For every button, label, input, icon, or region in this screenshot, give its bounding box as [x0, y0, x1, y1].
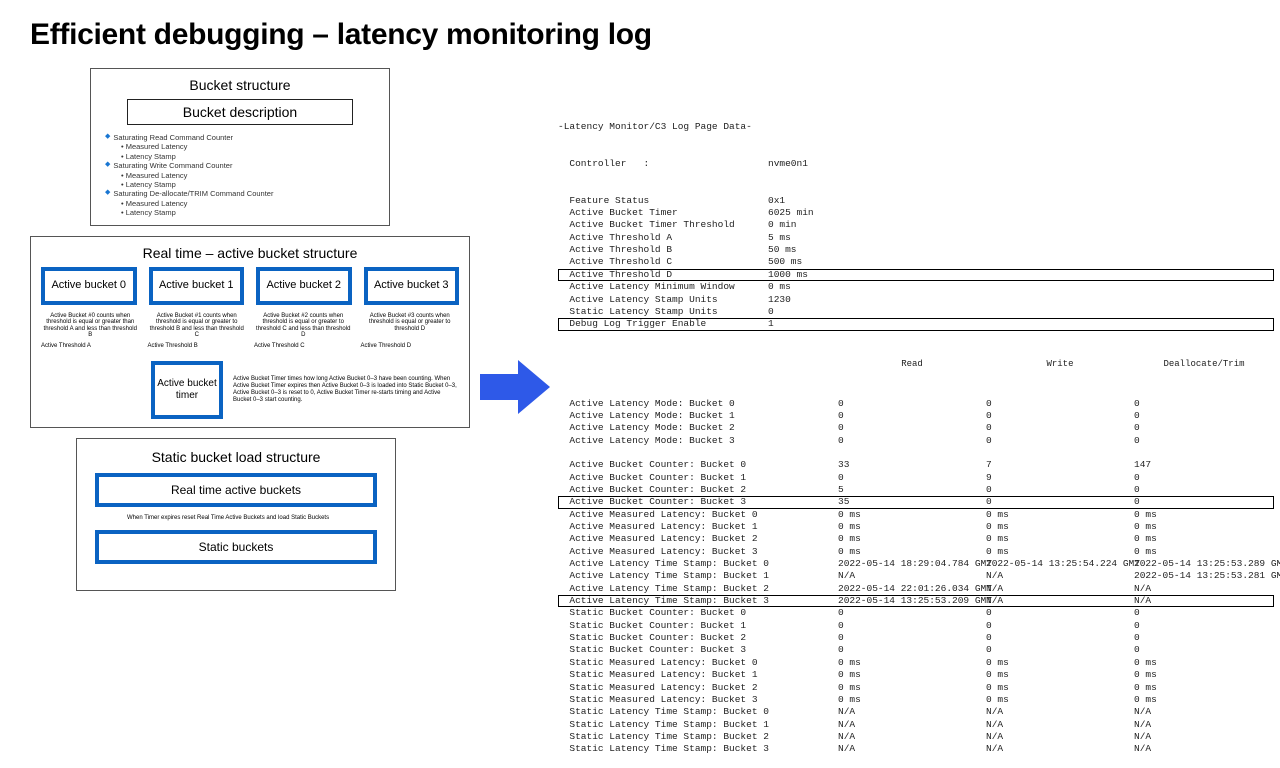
panel3-desc: When Timer expires reset Real Time Activ…: [127, 515, 383, 522]
log-data-row: Active Bucket Counter: Bucket 1090: [558, 472, 1274, 484]
log-data-row: Static Measured Latency: Bucket 20 ms0 m…: [558, 682, 1274, 694]
static-buckets-box: Static buckets: [95, 530, 377, 564]
desc-item: ◆Saturating Write Command Counter: [105, 161, 375, 170]
active-bucket-0: Active bucket 0: [41, 267, 137, 304]
log-kv-row: Active Threshold B50 ms: [558, 244, 1274, 256]
desc-item: ◆Saturating Read Command Counter: [105, 133, 375, 142]
log-data-row: Active Bucket Counter: Bucket 2500: [558, 484, 1274, 496]
threshold-label-1: Active Threshold B: [148, 343, 247, 349]
log-kv-row: Debug Log Trigger Enable1: [558, 318, 1274, 330]
static-bucket-panel: Static bucket load structure Real time a…: [76, 438, 396, 591]
log-data-row: Static Latency Time Stamp: Bucket 0N/AN/…: [558, 706, 1274, 718]
desc-sub: • Latency Stamp: [121, 180, 375, 189]
log-data-row: Static Measured Latency: Bucket 30 ms0 m…: [558, 694, 1274, 706]
log-data-row: Active Measured Latency: Bucket 30 ms0 m…: [558, 546, 1274, 558]
log-kv-row: Active Bucket Timer Threshold0 min: [558, 219, 1274, 231]
panel2-title: Real time – active bucket structure: [41, 245, 459, 261]
bucket-structure-panel: Bucket structure Bucket description ◆Sat…: [90, 68, 390, 226]
active-bucket-descs: Active Bucket #0 counts when threshold i…: [41, 313, 459, 339]
log-kv-row: Active Latency Stamp Units1230: [558, 294, 1274, 306]
active-bucket-2: Active bucket 2: [256, 267, 352, 304]
log-data-row: Static Bucket Counter: Bucket 1000: [558, 620, 1274, 632]
log-data-row: Active Latency Mode: Bucket 0000: [558, 398, 1274, 410]
log-data-row: Active Latency Time Stamp: Bucket 22022-…: [558, 583, 1274, 595]
log-data-row: Active Latency Time Stamp: Bucket 1N/AN/…: [558, 570, 1274, 582]
bucket-description-box: Bucket description: [127, 99, 353, 125]
log-data-row: Static Bucket Counter: Bucket 0000: [558, 607, 1274, 619]
log-kv-row: Active Threshold A5 ms: [558, 232, 1274, 244]
log-data-row: Active Measured Latency: Bucket 20 ms0 m…: [558, 533, 1274, 545]
bucket-description-list: ◆Saturating Read Command Counter• Measur…: [101, 133, 379, 217]
log-data-row: Static Measured Latency: Bucket 00 ms0 m…: [558, 657, 1274, 669]
log-data-row: Static Latency Time Stamp: Bucket 3N/AN/…: [558, 743, 1274, 755]
log-data-row: Static Measured Latency: Bucket 10 ms0 m…: [558, 669, 1274, 681]
arrow-icon: [480, 358, 552, 421]
realtime-active-panel: Real time – active bucket structure Acti…: [30, 236, 470, 428]
log-columns: Read Write Deallocate/Trim: [558, 359, 1274, 371]
log-data-row: Active Measured Latency: Bucket 10 ms0 m…: [558, 521, 1274, 533]
log-data-row: Active Bucket Counter: Bucket 0337147: [558, 459, 1274, 471]
bucket-desc-3: Active Bucket #3 counts when threshold i…: [361, 313, 460, 339]
bucket-desc-2: Active Bucket #2 counts when threshold i…: [254, 313, 353, 339]
active-bucket-1: Active bucket 1: [149, 267, 245, 304]
log-kv-row: Active Threshold D1000 ms: [558, 269, 1274, 281]
bucket-desc-1: Active Bucket #1 counts when threshold i…: [148, 313, 247, 339]
log-data-row: Static Latency Time Stamp: Bucket 2N/AN/…: [558, 731, 1274, 743]
log-data-row: Active Latency Mode: Bucket 2000: [558, 422, 1274, 434]
desc-sub: • Measured Latency: [121, 199, 375, 208]
active-bucket-timer-box: Active bucket timer: [151, 361, 223, 419]
log-header: -Latency Monitor/C3 Log Page Data-: [558, 121, 1274, 133]
timer-description: Active Bucket Timer times how long Activ…: [233, 376, 459, 405]
panel1-title: Bucket structure: [101, 77, 379, 93]
desc-sub: • Latency Stamp: [121, 208, 375, 217]
log-data-row: Active Latency Mode: Bucket 3000: [558, 435, 1274, 447]
bucket-desc-0: Active Bucket #0 counts when threshold i…: [41, 313, 140, 339]
realtime-active-buckets-box: Real time active buckets: [95, 473, 377, 507]
log-data-row: Active Latency Time Stamp: Bucket 02022-…: [558, 558, 1274, 570]
log-data-row: Static Bucket Counter: Bucket 2000: [558, 632, 1274, 644]
log-data-row: Active Measured Latency: Bucket 00 ms0 m…: [558, 509, 1274, 521]
threshold-label-3: Active Threshold D: [361, 343, 460, 349]
threshold-label-0: Active Threshold A: [41, 343, 140, 349]
desc-sub: • Measured Latency: [121, 142, 375, 151]
log-kv-row: Static Latency Stamp Units0: [558, 306, 1274, 318]
log-data-row: Active Bucket Counter: Bucket 33500: [558, 496, 1274, 508]
log-data-row: Static Latency Time Stamp: Bucket 1N/AN/…: [558, 719, 1274, 731]
log-data-row: Active Latency Time Stamp: Bucket 32022-…: [558, 595, 1274, 607]
thresholds-row: Active Threshold A Active Threshold B Acti…: [41, 343, 459, 349]
active-buckets-row: Active bucket 0 Active bucket 1 Active buc…: [41, 267, 459, 304]
desc-sub: • Measured Latency: [121, 171, 375, 180]
threshold-label-2: Active Threshold C: [254, 343, 353, 349]
log-data-row: Active Latency Mode: Bucket 1000: [558, 410, 1274, 422]
log-kv-row: Active Latency Minimum Window0 ms: [558, 281, 1274, 293]
active-bucket-3: Active bucket 3: [364, 267, 460, 304]
log-output: -Latency Monitor/C3 Log Page Data- Contr…: [558, 96, 1274, 768]
log-kv-row: Feature Status0x1: [558, 195, 1274, 207]
log-kv-row: Active Bucket Timer6025 min: [558, 207, 1274, 219]
page-title: Efficient debugging – latency monitoring…: [0, 0, 1280, 52]
log-data-row: Static Bucket Counter: Bucket 3000: [558, 644, 1274, 656]
log-kv-row: Active Threshold C500 ms: [558, 256, 1274, 268]
desc-sub: • Latency Stamp: [121, 152, 375, 161]
panel3-title: Static bucket load structure: [89, 449, 383, 465]
desc-item: ◆Saturating De-allocate/TRIM Command Cou…: [105, 189, 375, 198]
